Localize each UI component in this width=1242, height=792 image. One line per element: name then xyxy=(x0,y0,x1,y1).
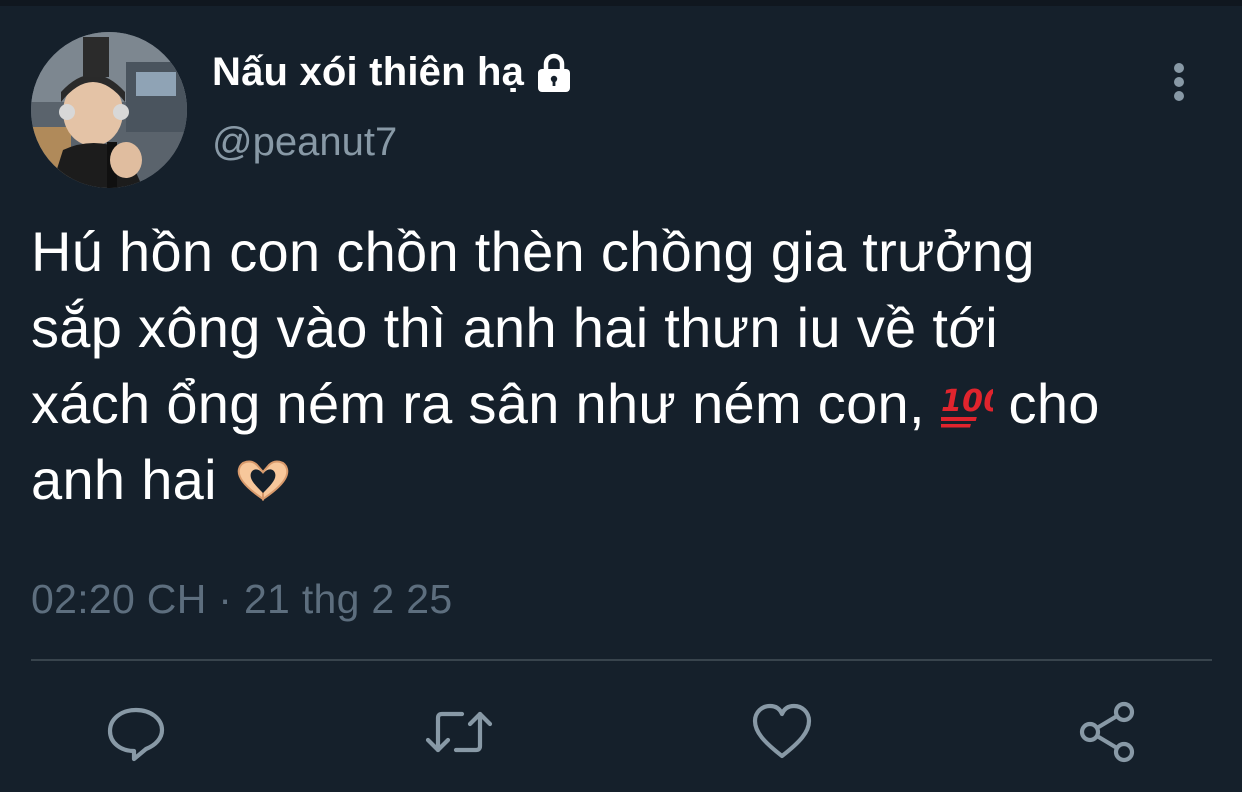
tweet-text: Hú hồn con chồn thèn chồng gia trưởng sắ… xyxy=(31,214,1211,518)
tweet-line-3-tail: cho xyxy=(992,372,1100,435)
heart-icon xyxy=(752,703,812,759)
share-button[interactable] xyxy=(1076,700,1140,764)
heart-hands-emoji xyxy=(237,460,288,501)
tweet-line-1: Hú hồn con chồn thèn chồng gia trưởng xyxy=(31,220,1035,283)
reply-button[interactable] xyxy=(104,700,168,764)
divider xyxy=(31,659,1212,661)
user-handle[interactable]: @peanut7 xyxy=(212,120,397,165)
timestamp[interactable]: 02:20 CH · 21 thg 2 25 xyxy=(31,576,452,623)
tweet-line-4-text: anh hai xyxy=(31,448,233,511)
share-icon xyxy=(1079,701,1135,763)
tweet-line-3-text: xách ổng ném ra sân như ném con, xyxy=(31,372,941,435)
display-name[interactable]: Nấu xói thiên hạ xyxy=(212,50,576,95)
tweet-line-2: sắp xông vào thì anh hai thưn iu về tới xyxy=(31,296,998,359)
tweet-line-4: anh hai xyxy=(31,442,1211,518)
tweet-detail-page: Nấu xói thiên hạ @peanut7 Hú hồn con chồ… xyxy=(0,0,1242,792)
display-name-text: Nấu xói thiên hạ xyxy=(212,50,525,94)
tweet-line-3: xách ổng ném ra sân như ném con, 100 cho xyxy=(31,366,1211,442)
avatar-image xyxy=(31,32,187,188)
lock-icon xyxy=(538,53,571,92)
svg-text:100: 100 xyxy=(941,384,993,419)
retweet-icon xyxy=(425,711,493,753)
like-button[interactable] xyxy=(750,700,814,764)
more-vertical-icon[interactable] xyxy=(1162,60,1196,108)
retweet-button[interactable] xyxy=(424,700,493,764)
top-edge xyxy=(0,0,1242,6)
avatar[interactable] xyxy=(31,32,187,188)
comment-icon xyxy=(107,707,165,762)
hundred-points-emoji: 100 xyxy=(940,384,993,428)
